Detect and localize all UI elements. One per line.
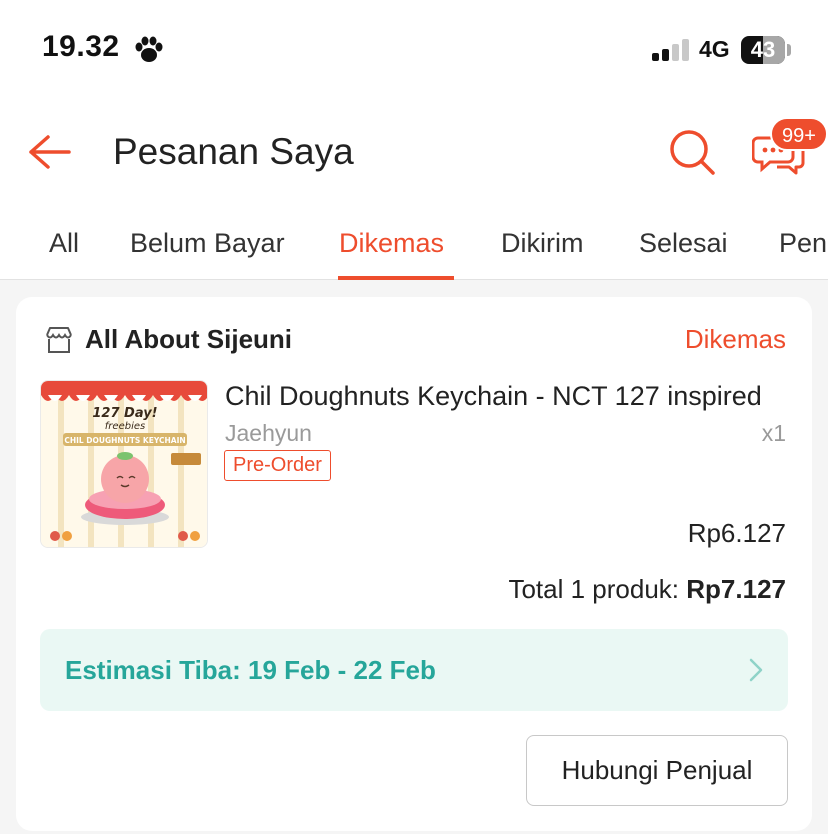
order-tabs: All Belum Bayar Dikemas Dikirim Selesai …	[0, 220, 828, 280]
product-name[interactable]: Chil Doughnuts Keychain - NCT 127 inspir…	[225, 381, 787, 412]
chat-badge: 99+	[770, 117, 828, 151]
shop-name[interactable]: All About Sijeuni	[85, 324, 292, 355]
product-variant: Jaehyun	[225, 420, 312, 446]
paw-icon	[135, 36, 163, 62]
image-banner: CHIL DOUGHNUTS KEYCHAIN	[64, 436, 185, 445]
contact-seller-button[interactable]: Hubungi Penjual	[526, 735, 788, 806]
battery-icon: 43	[741, 36, 785, 64]
product-price: Rp6.127	[687, 518, 786, 548]
product-illustration: 127 Day! freebies CHIL DOUGHNUTS KEYCHAI…	[41, 381, 207, 547]
image-subtitle: freebies	[105, 421, 145, 432]
shop-icon	[46, 327, 72, 353]
delivery-estimate[interactable]: Estimasi Tiba: 19 Feb - 22 Feb	[40, 629, 788, 711]
battery-level: 43	[750, 37, 776, 62]
battery-tip	[787, 44, 791, 56]
back-arrow-icon[interactable]	[26, 132, 72, 172]
image-title: 127 Day!	[92, 406, 157, 421]
tab-dikemas[interactable]: Dikemas	[339, 228, 444, 259]
tab-dikirim[interactable]: Dikirim	[501, 228, 583, 259]
tab-belum-bayar[interactable]: Belum Bayar	[130, 228, 285, 259]
search-icon[interactable]	[668, 128, 716, 176]
product-image[interactable]: 127 Day! freebies CHIL DOUGHNUTS KEYCHAI…	[40, 380, 208, 548]
order-total: Total 1 produk: Rp7.127	[508, 574, 786, 605]
signal-icon	[652, 39, 690, 61]
network-type: 4G	[699, 36, 730, 62]
active-tab-indicator	[338, 276, 454, 280]
total-label: Total 1 produk:	[508, 574, 680, 604]
page-title: Pesanan Saya	[113, 131, 354, 172]
tab-selesai[interactable]: Selesai	[639, 228, 728, 259]
product-quantity: x1	[761, 420, 786, 446]
tab-pengembalian[interactable]: Pen	[779, 228, 827, 259]
order-status: Dikemas	[684, 324, 786, 354]
preorder-tag: Pre-Order	[224, 450, 331, 481]
total-value: Rp7.127	[686, 574, 786, 604]
tab-all[interactable]: All	[49, 228, 79, 259]
estimate-text: Estimasi Tiba: 19 Feb - 22 Feb	[65, 655, 436, 685]
chevron-right-icon	[749, 658, 763, 682]
status-time: 19.32	[42, 30, 120, 63]
